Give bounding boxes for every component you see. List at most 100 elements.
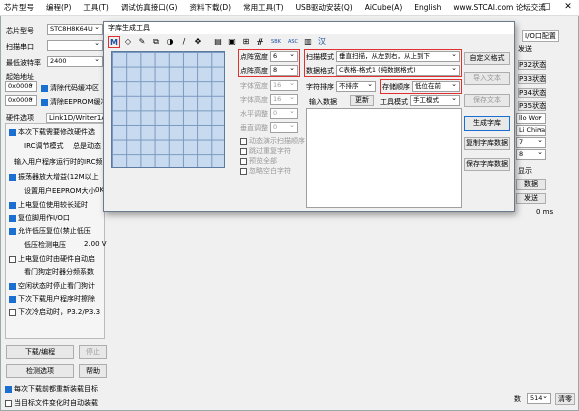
addr1-field[interactable]: 0x0000 [5, 81, 37, 92]
pen-icon[interactable]: / [178, 36, 190, 48]
opt9-value[interactable]: 2.00 V [84, 240, 107, 248]
copy-font-data-button[interactable]: 复制字库数据 [464, 137, 510, 150]
view-icon[interactable]: ▥ [302, 36, 314, 48]
chip-label: 芯片型号 [6, 27, 34, 35]
stop-button[interactable]: 停止 [79, 345, 107, 359]
sort-select[interactable]: 不排序 [336, 81, 376, 92]
fill-icon[interactable]: ◑ [164, 36, 176, 48]
v8-field[interactable]: 8 [516, 149, 546, 160]
close-icon[interactable]: ✕ [557, 0, 579, 16]
sbk-icon[interactable]: SBK [268, 36, 284, 48]
menu-item-download[interactable]: 资料下载(D) [189, 2, 231, 13]
send-label: 发送 [518, 45, 532, 53]
opt13-checkbox[interactable] [9, 295, 16, 303]
opt4-checkbox[interactable] [9, 173, 16, 181]
pencil-icon[interactable]: ✎ [136, 36, 148, 48]
tools-mode-select[interactable]: 手工模式 [410, 95, 460, 106]
p33-button[interactable]: P33状态 [518, 74, 546, 84]
send-button[interactable]: 发送 [516, 193, 546, 204]
chip-select[interactable]: STC8H8K64U [47, 24, 103, 35]
copy-icon[interactable]: ⧉ [150, 36, 162, 48]
opt12-checkbox[interactable] [9, 282, 16, 290]
data-button[interactable]: 数据 [516, 179, 546, 190]
opt8-checkbox[interactable] [9, 227, 16, 235]
menu-item-tools[interactable]: 工具(T) [83, 2, 108, 13]
input-label: 输入数据 [309, 98, 337, 106]
custom-format-button[interactable]: 自定义格式 [464, 52, 510, 65]
p34-button[interactable]: P34状态 [518, 88, 546, 98]
cb1-checkbox[interactable] [240, 137, 247, 145]
reload-checkbox[interactable] [5, 385, 12, 393]
cb4-checkbox[interactable] [240, 167, 247, 175]
scan-select[interactable]: 垂直扫描，从左到右，从上到下 [336, 51, 460, 62]
opt10-checkbox[interactable] [9, 255, 16, 263]
opt2-value[interactable]: 总是动态 [73, 141, 101, 151]
p32-button[interactable]: P32状态 [518, 60, 546, 70]
opt6-checkbox[interactable] [9, 201, 16, 209]
font-icon[interactable]: ᚌ [254, 36, 266, 48]
opt9-label: 低压检测电压 [24, 241, 66, 249]
hw-tab[interactable]: Link1D/Writer1A [46, 113, 110, 123]
open-icon[interactable]: ▤ [212, 36, 224, 48]
menu-item-debug[interactable]: 调试仿真接口(G) [121, 2, 178, 13]
height-select[interactable]: 8 [270, 65, 298, 76]
format-label: 数据格式 [306, 67, 334, 75]
font-height-select[interactable]: 16 [270, 94, 298, 105]
clear-button[interactable]: 清零 [555, 393, 575, 405]
font-width-select[interactable]: 16 [270, 80, 298, 91]
save-icon[interactable]: ▣ [226, 36, 238, 48]
v7-field[interactable]: 7 [516, 137, 546, 148]
import-text-button[interactable]: 导入文本 [464, 72, 510, 85]
save-text-button[interactable]: 保存文本 [464, 94, 510, 107]
clear-code-checkbox[interactable] [41, 84, 48, 92]
autoload-checkbox[interactable] [5, 399, 12, 407]
asc-icon[interactable]: ASC [286, 36, 300, 48]
height-label: 点阵高度 [240, 67, 268, 75]
china-field[interactable]: Li China [516, 125, 546, 136]
port-label: 扫描串口 [6, 43, 34, 51]
baud-select[interactable]: 2400 [47, 56, 103, 67]
opt7-checkbox[interactable] [9, 214, 16, 222]
hello-field[interactable]: llo Wor [516, 113, 546, 124]
order-select[interactable]: 低位在前 [412, 81, 460, 92]
move-icon[interactable]: ✥ [192, 36, 204, 48]
width-select[interactable]: 6 [270, 51, 298, 62]
input-data-textarea[interactable] [306, 108, 462, 208]
maximize-icon[interactable]: □ [535, 0, 557, 16]
dialog-title: 字库生成工具 [104, 22, 514, 34]
hadj-select[interactable]: 0 [270, 108, 298, 119]
eraser-icon[interactable]: ◇ [122, 36, 134, 48]
minimize-icon[interactable]: – [513, 0, 535, 16]
help-button[interactable]: 帮助 [79, 364, 107, 378]
download-button[interactable]: 下载/编程 [6, 345, 74, 359]
clear-eeprom-checkbox[interactable] [41, 98, 48, 106]
opt11-label: 看门狗定时器分频系数 [24, 268, 94, 276]
chinese-icon[interactable]: 汉 [316, 36, 328, 48]
opt14-checkbox[interactable] [9, 308, 16, 316]
font-height-label: 字体高度 [240, 96, 268, 104]
opt1-checkbox[interactable] [9, 128, 16, 136]
menu-item-english[interactable]: English [414, 3, 441, 12]
cb3-checkbox[interactable] [240, 157, 247, 165]
update-button[interactable]: 更新 [350, 95, 374, 106]
save-font-data-button[interactable]: 保存字库数据 [464, 158, 510, 171]
port-select[interactable] [47, 40, 103, 51]
menu-item-aicube[interactable]: AiCube(A) [365, 3, 403, 12]
format-select[interactable]: C表格-格式1 (纯数据格式) [336, 65, 460, 76]
width-label: 点阵宽度 [240, 53, 268, 61]
menu-item-common[interactable]: 常用工具(T) [243, 2, 283, 13]
dot-matrix-grid[interactable] [111, 51, 225, 168]
grid-icon[interactable]: ⊞ [240, 36, 252, 48]
menu-item-usb[interactable]: USB驱动安装(Q) [296, 2, 353, 13]
tab-io-config[interactable]: I/O口配置 [522, 30, 559, 42]
m-tool-icon[interactable]: M [108, 36, 120, 48]
menu-item-chip[interactable]: 芯片型号 [4, 2, 34, 13]
vadj-label: 垂直调整 [240, 124, 268, 132]
addr2-field[interactable]: 0x0000 [5, 95, 37, 106]
p35-button[interactable]: P35状态 [518, 101, 546, 111]
menu-item-program[interactable]: 编程(P) [46, 2, 71, 13]
check-options-button[interactable]: 检测选项 [6, 364, 74, 378]
cb2-checkbox[interactable] [240, 147, 247, 155]
vadj-select[interactable]: 0 [270, 122, 298, 133]
generate-font-button[interactable]: 生成字库 [464, 116, 510, 131]
